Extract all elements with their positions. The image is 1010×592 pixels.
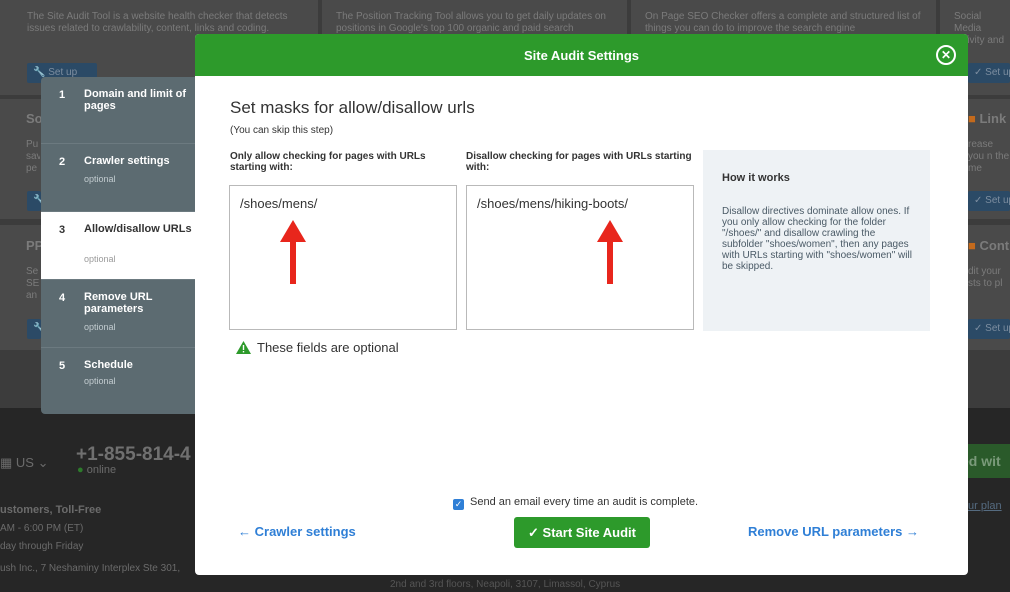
optional-note-text: These fields are optional [257, 340, 399, 355]
step-number: 5 [59, 360, 66, 372]
close-icon[interactable]: ✕ [936, 45, 956, 65]
step-number: 3 [59, 224, 66, 236]
step-optional-label: optional [84, 254, 116, 264]
step-number: 2 [59, 156, 66, 168]
annotation-arrow-icon [280, 220, 306, 284]
skip-note: (You can skip this step) [230, 125, 334, 136]
step-schedule[interactable]: 5 Schedule optional [41, 348, 201, 414]
step-number: 4 [59, 292, 66, 304]
footer-country: ▦ US ⌄ [0, 455, 49, 470]
step-optional-label: optional [84, 322, 116, 332]
step-allow-disallow[interactable]: 3 Allow/disallow URLs optional [41, 212, 201, 280]
step-label: Domain and limit of pages [84, 88, 187, 112]
bg-setup-button: ✓ Set up [968, 191, 1010, 211]
disallow-urls-input[interactable]: /shoes/mens/hiking-boots/ [466, 185, 694, 330]
email-checkbox-label: Send an email every time an audit is com… [470, 496, 699, 508]
modal-header: Site Audit Settings ✕ [195, 34, 968, 76]
bg-row3-right-text: dit your sts to pl [968, 266, 1003, 289]
warning-icon [236, 341, 251, 354]
allow-urls-input[interactable]: /shoes/mens/ [229, 185, 457, 330]
footer-phone: +1-855-814-4 [76, 444, 191, 465]
email-notification-checkbox[interactable]: ✓ Send an email every time an audit is co… [453, 496, 698, 510]
step-domain-limit[interactable]: 1 Domain and limit of pages [41, 77, 201, 144]
step-optional-label: optional [84, 174, 116, 184]
page-title: Set masks for allow/disallow urls [230, 98, 475, 117]
modal-title: Site Audit Settings [523, 48, 640, 63]
footer-address: ush Inc., 7 Neshaminy Interplex Ste 301, [0, 563, 181, 574]
optional-fields-note: These fields are optional [236, 340, 399, 355]
step-crawler-settings[interactable]: 2 Crawler settings optional [41, 144, 201, 212]
bg-card3-text: On Page SEO Checker offers a complete an… [645, 11, 921, 34]
checkbox-checked-icon[interactable]: ✓ [453, 499, 464, 510]
bg-setup-button: ✓ Set up [968, 319, 1010, 339]
step-remove-url-parameters[interactable]: 4 Remove URL parameters optional [41, 280, 201, 348]
step-optional-label: optional [84, 376, 116, 386]
allow-field-label: Only allow checking for pages with URLs … [230, 151, 426, 173]
footer-customers: ustomers, Toll-Free [0, 504, 102, 516]
footer-days: day through Friday [0, 541, 84, 552]
info-text: Disallow directives dominate allow ones.… [722, 206, 912, 272]
next-remove-url-parameters-link[interactable]: Remove URL parameters → [748, 524, 919, 539]
bg-row3-right-title: ■ Cont [968, 238, 1010, 253]
bg-setup-button: ✓ Set up [968, 63, 1010, 83]
footer-address-cyprus: 2nd and 3rd floors, Neapoli, 3107, Limas… [390, 579, 621, 590]
bg-setup-button: 🔧 [27, 191, 41, 211]
step-label: Allow/disallow URLs [84, 223, 192, 235]
annotation-arrow-icon [597, 220, 623, 284]
back-crawler-settings-link[interactable]: ← Crawler settings [238, 524, 356, 539]
bg-setup-button: 🔧 [27, 319, 41, 339]
bg-card2-text: The Position Tracking Tool allows you to… [336, 11, 606, 34]
bg-row3-left-text: Se SE an [26, 266, 40, 301]
bg-row2-right-title: ■ Link [968, 111, 1007, 126]
disallow-field-label: Disallow checking for pages with URLs st… [466, 151, 692, 173]
step-label: Crawler settings [84, 155, 170, 167]
footer-status: ● online [77, 464, 117, 476]
step-number: 1 [59, 89, 66, 101]
start-site-audit-button[interactable]: ✓ Start Site Audit [514, 517, 650, 548]
wizard-steps-panel: 1 Domain and limit of pages 2 Crawler se… [41, 77, 201, 414]
step-label: Remove URL parameters [84, 291, 153, 315]
footer-plan-link: ur plan [968, 500, 1002, 512]
info-title: How it works [722, 172, 790, 184]
bg-row2-left-text: Pu sav pe [26, 139, 40, 174]
bg-row2-right-text: rease you n the me mmunica [968, 139, 1010, 174]
footer-hours: AM - 6:00 PM (ET) [0, 523, 84, 534]
step-label: Schedule [84, 359, 133, 371]
how-it-works-panel: How it works Disallow directives dominat… [703, 150, 930, 331]
site-audit-settings-modal: Site Audit Settings ✕ Set masks for allo… [195, 34, 968, 575]
